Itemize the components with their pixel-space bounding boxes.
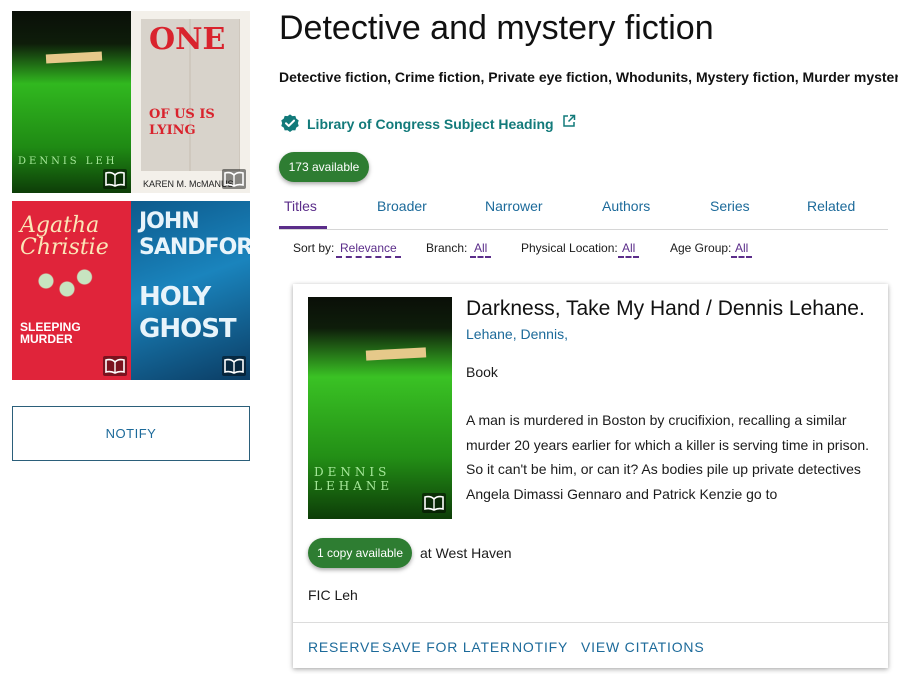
subject-tabs: Titles Broader Narrower Authors Series R… <box>279 190 888 230</box>
tab-narrower[interactable]: Narrower <box>485 198 543 214</box>
save-for-later-button[interactable]: SAVE FOR LATER <box>382 639 511 655</box>
cover-pills-art <box>32 265 102 305</box>
card-divider <box>293 622 888 623</box>
cover-title: HOLY GHOST <box>139 282 237 344</box>
result-title[interactable]: Darkness, Take My Hand / Dennis Lehane. <box>466 297 865 321</box>
cover-title-art: ONE <box>149 22 226 57</box>
cover-sleeping-murder[interactable]: Agatha Christie SLEEPING MURDER <box>12 201 131 380</box>
cover-title: SLEEPING MURDER <box>20 320 81 346</box>
tab-authors[interactable]: Authors <box>602 198 650 214</box>
result-description: A man is murdered in Boston by crucifixi… <box>466 412 870 502</box>
cover-author: JOHN SANDFORD <box>139 209 250 260</box>
copy-available-badge[interactable]: 1 copy available <box>308 538 412 568</box>
tab-broader[interactable]: Broader <box>377 198 427 214</box>
notify-button[interactable]: NOTIFY <box>512 639 568 655</box>
notify-button[interactable]: NOTIFY <box>12 406 250 461</box>
verified-check-icon <box>281 114 299 132</box>
cover-collage: DENNIS LEH ONE OF US IS LYING KAREN M. M… <box>12 11 250 380</box>
tab-series[interactable]: Series <box>710 198 750 214</box>
open-book-icon <box>103 356 127 376</box>
cover-title-art-2: OF US IS LYING <box>149 107 215 138</box>
cover-author: DENNIS LEHANE <box>314 465 394 493</box>
active-tab-indicator <box>279 226 327 229</box>
call-number: FIC Leh <box>308 587 358 603</box>
result-author-link[interactable]: Lehane, Dennis, <box>466 326 568 342</box>
location-label: Physical Location: <box>521 241 618 255</box>
tab-titles[interactable]: Titles <box>284 198 317 214</box>
result-cover[interactable]: DENNIS LEHANE <box>308 297 452 519</box>
copy-location: at West Haven <box>420 545 512 561</box>
sort-label: Sort by: <box>293 241 335 255</box>
tab-related[interactable]: Related <box>807 198 855 214</box>
cover-tag <box>45 51 103 64</box>
age-group-label: Age Group: <box>670 241 732 255</box>
cover-tag <box>365 347 427 361</box>
cover-darkness-take-my-hand[interactable]: DENNIS LEH <box>12 11 131 193</box>
cover-author: Agatha Christie <box>20 213 109 260</box>
age-group-select[interactable]: All <box>731 241 753 258</box>
page-title: Detective and mystery fiction <box>279 9 714 47</box>
open-book-icon <box>222 169 246 189</box>
view-citations-button[interactable]: VIEW CITATIONS <box>581 639 704 655</box>
subject-variants: Detective fiction, Crime fiction, Privat… <box>279 69 898 85</box>
result-card: DENNIS LEHANE Darkness, Take My Hand / D… <box>293 284 888 668</box>
filter-bar: Sort by: Relevance Branch: All Physical … <box>293 241 893 259</box>
external-link-icon <box>562 114 575 127</box>
branch-label: Branch: <box>426 241 468 255</box>
open-book-icon <box>103 169 127 189</box>
cover-author: KAREN M. McMANUS <box>143 179 234 189</box>
available-count-badge: 173 available <box>279 152 369 182</box>
cover-one-of-us-is-lying[interactable]: ONE OF US IS LYING KAREN M. McMANUS <box>131 11 250 193</box>
result-format: Book <box>466 364 498 380</box>
loc-subject-heading-link[interactable]: Library of Congress Subject Heading <box>279 113 576 135</box>
cover-author: DENNIS LEH <box>18 156 118 167</box>
open-book-icon <box>222 356 246 376</box>
reserve-button[interactable]: RESERVE <box>308 639 380 655</box>
branch-select[interactable]: All <box>470 241 492 258</box>
sort-select[interactable]: Relevance <box>336 241 401 258</box>
loc-link-label[interactable]: Library of Congress Subject Heading <box>307 116 554 132</box>
open-book-icon[interactable] <box>422 493 446 513</box>
location-select[interactable]: All <box>618 241 640 258</box>
cover-holy-ghost[interactable]: JOHN SANDFORD HOLY GHOST <box>131 201 250 380</box>
